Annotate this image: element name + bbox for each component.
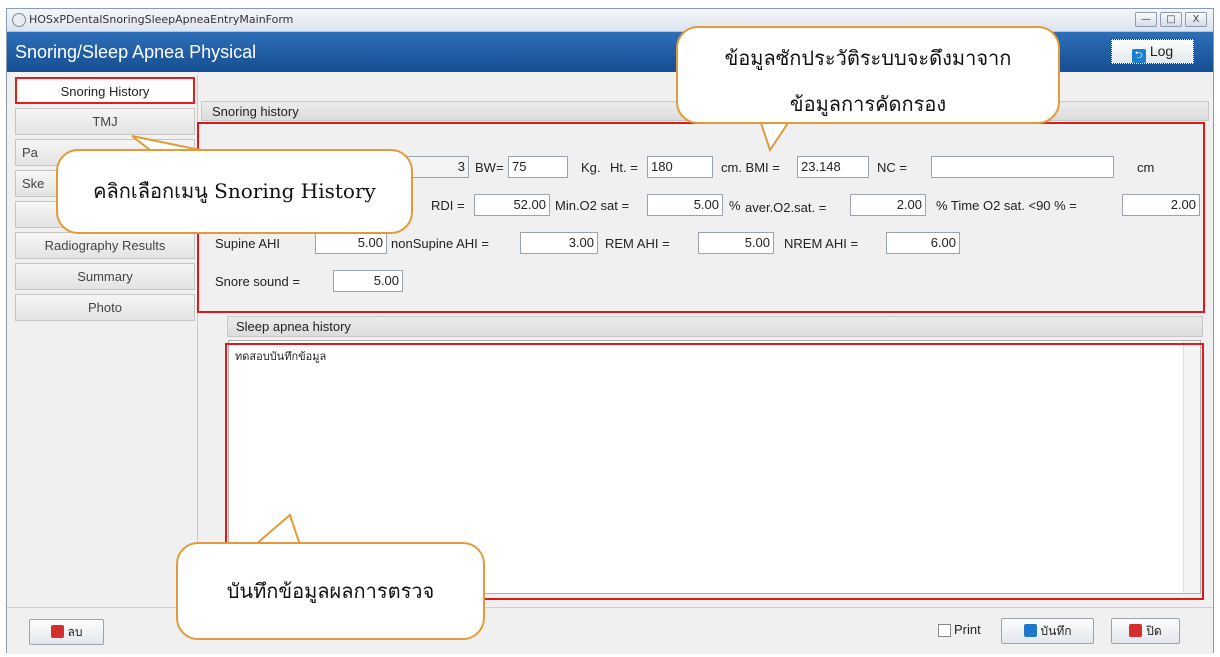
bottom-callout: บันทึกข้อมูลผลการตรวจ [176,542,485,640]
left-callout: คลิกเลือกเมนู Snoring History [56,149,413,234]
bottom-callout-tail [252,513,302,546]
left-callout-tail [131,135,201,151]
top-callout-line2: ข้อมูลการคัดกรอง [789,92,947,116]
top-callout: ข้อมูลซักประวัติระบบจะดึงมาจาก ข้อมูลการ… [676,26,1060,124]
top-callout-line1: ข้อมูลซักประวัติระบบจะดึงมาจาก [724,46,1012,70]
top-callout-tail [758,119,792,153]
